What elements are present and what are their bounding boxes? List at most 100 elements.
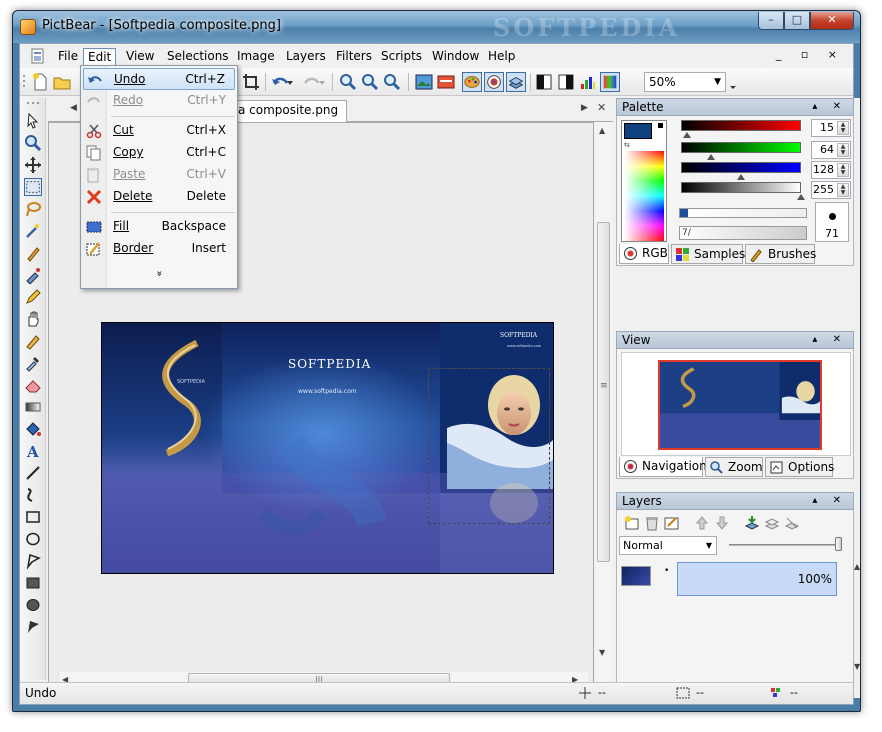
contrast-icon[interactable] [534, 72, 554, 92]
tab-zoom[interactable]: Zoom [705, 457, 763, 477]
lasso-tool-icon[interactable] [24, 200, 42, 218]
smudge-tool-icon[interactable] [24, 332, 42, 350]
palette-panel-controls[interactable]: ▴ ✕ [812, 99, 847, 115]
menu-layers[interactable]: Layers [282, 48, 330, 66]
zoom-tool-icon[interactable] [24, 134, 42, 152]
pictbear-app-icon[interactable] [20, 19, 36, 35]
layers-panel-header[interactable]: Layers ▴ ✕ [616, 492, 854, 510]
undo-dropdown-icon[interactable] [286, 72, 294, 92]
pointer-tool-icon[interactable] [24, 112, 42, 130]
blend-mode-select[interactable]: Normal ▼ [619, 536, 717, 555]
menu-item-undo[interactable]: Undo Ctrl+Z [83, 68, 235, 90]
maximize-button[interactable]: □ [784, 12, 810, 30]
layer-opacity-bar[interactable]: 100% [677, 562, 837, 596]
menu-item-fill[interactable]: Fill Backspace [83, 216, 235, 238]
menu-item-copy[interactable]: Copy Ctrl+C [83, 142, 235, 164]
red-spin-icon[interactable]: ▲ ▼ [837, 121, 849, 135]
opacity-slider[interactable]: 7/ [679, 226, 807, 240]
menu-item-delete[interactable]: Delete Delete [83, 186, 235, 208]
alpha-slider-thumb[interactable] [797, 194, 805, 200]
palette-panel-toggle-icon[interactable] [462, 72, 482, 92]
layer-properties-icon[interactable] [663, 514, 681, 532]
menu-selections[interactable]: Selections [163, 48, 233, 66]
layers-panel-controls[interactable]: ▴ ✕ [812, 493, 847, 509]
color-levels-icon[interactable] [578, 72, 598, 92]
alpha-spin-icon[interactable]: ▲ ▼ [837, 183, 849, 197]
scroll-up-icon[interactable]: ▲ [599, 126, 605, 135]
alpha-slider[interactable] [681, 182, 801, 193]
background-color-swatch[interactable] [658, 123, 663, 128]
brush-tool-icon[interactable] [24, 244, 42, 262]
hue-spectrum[interactable] [624, 151, 664, 241]
foreground-color-swatch[interactable] [624, 123, 652, 139]
tab-scroll-right-icon[interactable]: ▶ [581, 103, 588, 113]
brush-size-slider[interactable] [679, 208, 807, 218]
merge-down-icon[interactable] [743, 514, 761, 532]
close-button[interactable]: ✕ [810, 12, 854, 30]
layers-scroll-up-icon[interactable]: ▲ [854, 562, 860, 571]
invert-icon[interactable] [556, 72, 576, 92]
crop-icon[interactable] [241, 72, 261, 92]
blue-spin-icon[interactable]: ▲ ▼ [837, 163, 849, 177]
menu-help[interactable]: Help [484, 48, 519, 66]
mdi-child-buttons[interactable]: _ ▫ × [776, 48, 845, 61]
curve-tool-icon[interactable] [24, 486, 42, 504]
swap-colors-icon[interactable]: ⇆ [624, 141, 630, 149]
alpha-value-field[interactable]: 255 ▲ ▼ [811, 181, 851, 199]
zoom-out-icon[interactable] [360, 72, 380, 92]
rectangle-tool-icon[interactable] [24, 508, 42, 526]
merge-visible-icon[interactable] [763, 514, 781, 532]
move-layer-down-icon[interactable] [713, 514, 731, 532]
selection-marquee[interactable] [428, 368, 550, 524]
filled-ellipse-tool-icon[interactable] [24, 596, 42, 614]
title-bar[interactable]: PictBear - [Softpedia composite.png] SOF… [13, 11, 860, 43]
tab-close-icon[interactable]: ✕ [597, 101, 606, 114]
layer-opacity-thumb[interactable] [835, 537, 842, 551]
menu-edit[interactable]: Edit [83, 48, 117, 66]
brush-preview[interactable]: 71 [815, 202, 849, 242]
rect-select-tool-icon[interactable] [24, 178, 42, 196]
green-spin-icon[interactable]: ▲ ▼ [837, 143, 849, 157]
menu-image[interactable]: Image [233, 48, 279, 66]
polygon-tool-icon[interactable] [24, 552, 42, 570]
fullscreen-icon[interactable] [436, 72, 456, 92]
view-panel-controls[interactable]: ▴ ✕ [812, 332, 847, 348]
minimize-button[interactable]: – [758, 12, 784, 30]
flatten-icon[interactable] [783, 514, 801, 532]
tab-brushes[interactable]: Brushes [745, 244, 816, 264]
layer-row[interactable]: • 100% [619, 560, 837, 596]
tab-scroll-left-icon[interactable]: ◀ [70, 103, 77, 113]
gradient-tool-icon[interactable] [24, 398, 42, 416]
move-layer-up-icon[interactable] [693, 514, 711, 532]
scroll-down-icon[interactable]: ▼ [599, 648, 605, 657]
layers-panel-toggle-icon[interactable] [506, 72, 526, 92]
blue-value-field[interactable]: 128 ▲ ▼ [811, 161, 851, 179]
toolbar-overflow-icon[interactable] [728, 72, 738, 92]
layer-visible-marker[interactable]: • [664, 566, 669, 576]
layer-opacity-slider[interactable] [729, 544, 841, 546]
menu-item-paste[interactable]: Paste Ctrl+V [83, 164, 235, 186]
pencil-tool-icon[interactable] [24, 288, 42, 306]
palette-panel-header[interactable]: Palette ▴ ✕ [616, 98, 854, 116]
eyedropper-tool-icon[interactable] [24, 354, 42, 372]
menu-expand-chevron-icon[interactable]: » [81, 268, 237, 279]
menu-window[interactable]: Window [428, 48, 483, 66]
green-slider-thumb[interactable] [707, 154, 715, 160]
menu-view[interactable]: View [122, 48, 158, 66]
new-file-icon[interactable] [30, 72, 50, 92]
navigator-area[interactable] [621, 352, 851, 456]
menu-file[interactable]: File [54, 48, 82, 66]
navigation-panel-toggle-icon[interactable] [484, 72, 504, 92]
tab-options[interactable]: Options [765, 457, 834, 477]
eraser-tool-icon[interactable] [24, 376, 42, 394]
tab-rgb[interactable]: RGB [619, 244, 669, 264]
tab-navigation[interactable]: Navigation [619, 457, 707, 477]
filled-polygon-tool-icon[interactable] [24, 618, 42, 636]
zoom-level-select[interactable]: 50% ▼ [644, 72, 726, 92]
red-slider[interactable] [681, 120, 801, 131]
menu-item-border[interactable]: Border Insert [83, 238, 235, 260]
layers-scroll-down-icon[interactable]: ▼ [854, 662, 860, 671]
hand-tool-icon[interactable] [24, 310, 42, 328]
menu-item-cut[interactable]: Cut Ctrl+X [83, 120, 235, 142]
navigator-viewport-frame[interactable] [658, 360, 822, 450]
